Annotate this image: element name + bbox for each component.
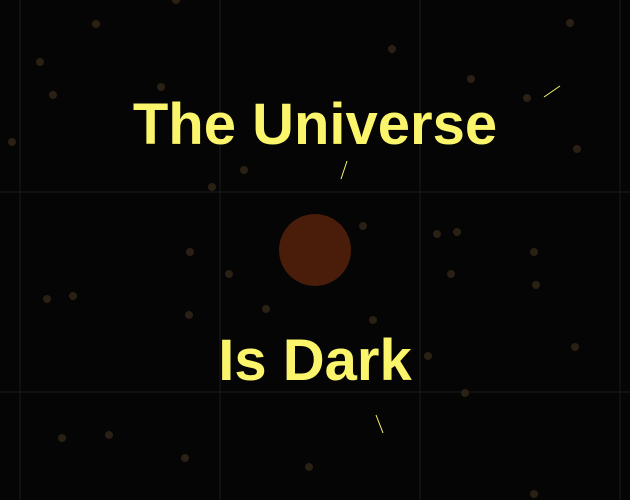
game-canvas[interactable]: The Universe Is Dark (0, 0, 630, 500)
title-line-2: Is Dark (218, 328, 412, 393)
star (369, 316, 377, 324)
star (58, 434, 66, 442)
star (172, 0, 180, 4)
star (453, 228, 461, 236)
star (69, 292, 77, 300)
star (105, 431, 113, 439)
title-line-1: The Universe (132, 92, 498, 157)
star (225, 270, 233, 278)
space-scene (0, 0, 630, 500)
star (530, 248, 538, 256)
star (185, 311, 193, 319)
star (36, 58, 44, 66)
star (181, 454, 189, 462)
star (240, 166, 248, 174)
star (461, 389, 469, 397)
shooting-star (340, 160, 348, 180)
star (433, 230, 441, 238)
shooting-star (375, 414, 384, 434)
star (43, 295, 51, 303)
star (208, 183, 216, 191)
star (566, 19, 574, 27)
star (447, 270, 455, 278)
star (359, 222, 367, 230)
star (532, 281, 540, 289)
star (186, 248, 194, 256)
star (388, 45, 396, 53)
star (530, 490, 538, 498)
star (467, 75, 475, 83)
star (157, 83, 165, 91)
star (92, 20, 100, 28)
star (262, 305, 270, 313)
star (305, 463, 313, 471)
planet (279, 214, 351, 286)
